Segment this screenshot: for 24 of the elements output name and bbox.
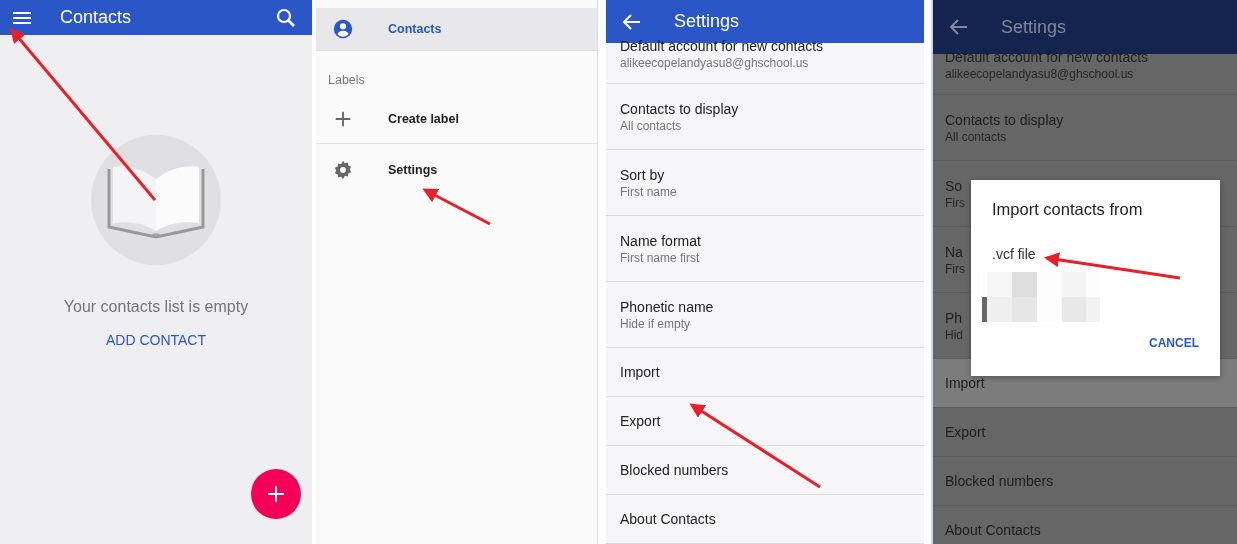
section-label: Labels <box>327 72 366 89</box>
screen-title: Settings <box>1001 16 1067 38</box>
dialog-option[interactable]: .vcf file <box>992 246 1199 262</box>
drawer-item[interactable]: Settings <box>316 149 597 191</box>
preference-row[interactable]: Export <box>606 397 924 446</box>
drawer-item[interactable]: Contacts <box>316 8 597 51</box>
screen-title: Contacts <box>60 7 132 28</box>
dialog-title: Import contacts from <box>992 200 1144 219</box>
empty-message: Your contacts list is empty <box>63 298 249 316</box>
add-fab-button[interactable] <box>251 469 301 519</box>
arrow <box>422 188 491 226</box>
preference-row[interactable]: Contacts to display All contacts <box>606 84 924 150</box>
drawer-item[interactable]: Create label <box>316 95 597 144</box>
account-icon <box>332 18 354 40</box>
preference-row[interactable]: Sort by First name <box>606 150 924 216</box>
preference-row[interactable]: Import <box>606 348 924 397</box>
preference-row[interactable]: Phonetic name Hide if empty <box>606 282 924 348</box>
settings-icon <box>332 159 354 181</box>
cancel-button[interactable]: CANCEL <box>1149 332 1199 354</box>
screen-title: Settings <box>674 11 740 32</box>
add-contact-button[interactable]: ADD CONTACT <box>101 330 211 350</box>
preference-row[interactable]: Name format First name first <box>606 216 924 282</box>
preference-row[interactable]: Blocked numbers <box>606 446 924 495</box>
preference-row[interactable]: About Contacts <box>606 495 924 544</box>
